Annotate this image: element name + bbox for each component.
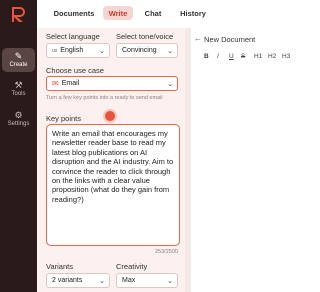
tools-icon: ⚒: [14, 79, 23, 90]
underline-button[interactable]: U: [229, 53, 234, 60]
app-logo-icon[interactable]: [9, 5, 27, 23]
creativity-value: Max: [122, 277, 136, 284]
usecase-label: Choose use case: [46, 66, 104, 75]
document-title[interactable]: New Document: [204, 35, 255, 44]
keypoints-label: Key points: [46, 114, 82, 123]
language-select[interactable]: us English ⌄: [46, 43, 110, 58]
pencil-icon: ✎: [14, 50, 23, 61]
tone-value: Convincing: [122, 47, 157, 54]
sidebar-item-label: Create: [9, 61, 28, 68]
tab-write[interactable]: Write: [103, 6, 133, 20]
sidebar-item-label: Tools: [11, 90, 26, 97]
sidebar-item-settings[interactable]: ⚙ Settings: [2, 108, 35, 130]
char-counter: 253/2500: [155, 249, 178, 255]
chevron-down-icon: ⌄: [99, 278, 105, 285]
top-tabs: Documents Write Chat History: [37, 0, 300, 28]
usecase-hint: Turn a few key points into a ready to se…: [46, 95, 163, 101]
sidebar-item-tools[interactable]: ⚒ Tools: [2, 78, 35, 100]
tone-label: Select tone/voice: [116, 32, 174, 41]
language-value: English: [60, 47, 84, 54]
tab-history[interactable]: History: [177, 6, 209, 20]
back-arrow-icon[interactable]: ←: [194, 34, 202, 43]
chevron-down-icon: ⌄: [167, 278, 173, 285]
variants-label: Variants: [46, 262, 73, 271]
heading1-button[interactable]: H1: [254, 53, 262, 60]
mail-icon: ✉: [52, 79, 59, 88]
chevron-down-icon: ⌄: [167, 48, 173, 55]
write-form-panel: Select language us English ⌄ Select tone…: [37, 28, 185, 292]
keypoints-indicator: [105, 111, 115, 121]
usecase-select[interactable]: ✉ Email ⌄: [46, 76, 178, 91]
sidebar-item-label: Settings: [7, 120, 30, 127]
keypoints-textarea[interactable]: Write an email that encourages my newsle…: [46, 124, 180, 246]
creativity-select[interactable]: Max ⌄: [116, 273, 178, 288]
variants-select[interactable]: 2 variants ⌄: [46, 273, 110, 288]
usecase-value: Email: [61, 80, 80, 87]
strikethrough-button[interactable]: S: [241, 53, 245, 60]
chevron-down-icon: ⌄: [167, 81, 173, 88]
italic-button[interactable]: I: [217, 53, 219, 60]
tab-chat[interactable]: Chat: [141, 6, 165, 20]
chevron-down-icon: ⌄: [99, 48, 105, 55]
sidebar-item-create[interactable]: ✎ Create: [2, 48, 35, 72]
flag-icon: us: [52, 47, 58, 54]
variants-value: 2 variants: [52, 277, 83, 284]
document-editor: ← New Document B I U S H1 H2 H3: [190, 28, 300, 292]
creativity-label: Creativity: [116, 262, 148, 271]
heading3-button[interactable]: H3: [282, 53, 290, 60]
heading2-button[interactable]: H2: [268, 53, 276, 60]
gear-icon: ⚙: [14, 109, 23, 120]
tab-documents[interactable]: Documents: [51, 6, 97, 20]
bold-button[interactable]: B: [204, 53, 209, 60]
tone-select[interactable]: Convincing ⌄: [116, 43, 178, 58]
language-label: Select language: [46, 32, 100, 41]
app-sidebar: ✎ Create ⚒ Tools ⚙ Settings: [0, 0, 37, 292]
